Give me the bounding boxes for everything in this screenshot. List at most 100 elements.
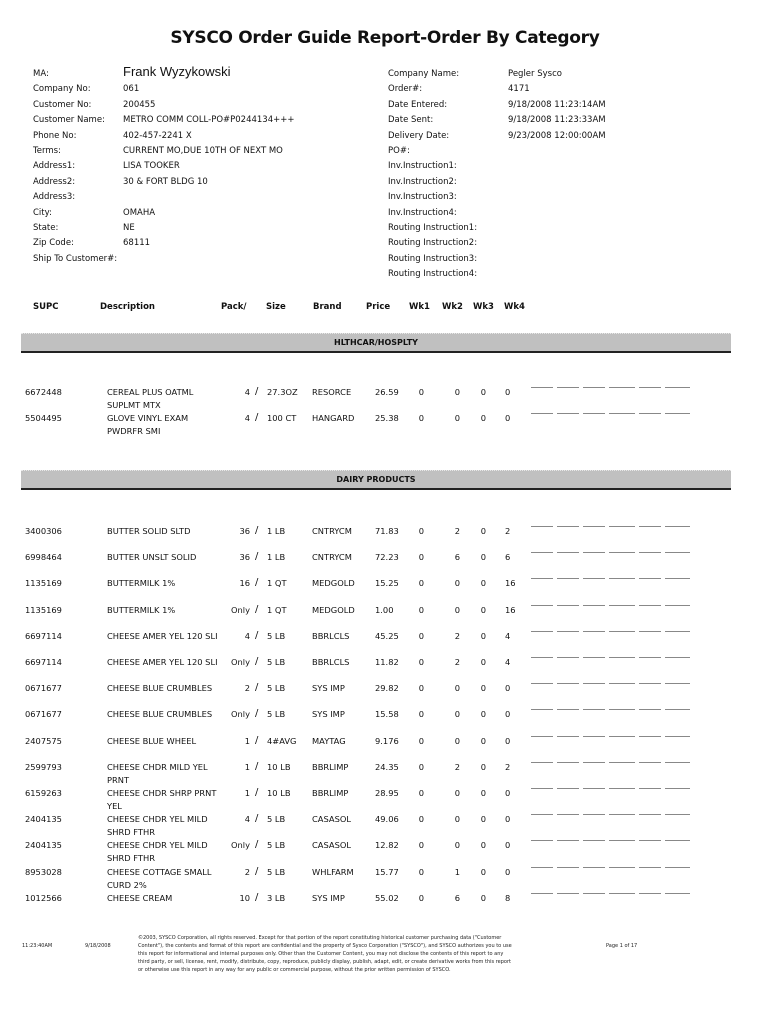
order-quantity-blank[interactable] bbox=[531, 892, 553, 894]
order-quantity-blank[interactable] bbox=[639, 866, 661, 868]
order-quantity-blank[interactable] bbox=[531, 386, 553, 388]
order-quantity-blank[interactable] bbox=[665, 551, 690, 554]
order-quantity-blank[interactable] bbox=[665, 386, 690, 388]
order-quantity-blank[interactable] bbox=[665, 787, 690, 789]
order-quantity-blank[interactable] bbox=[531, 656, 553, 658]
order-quantity-blank[interactable] bbox=[583, 787, 605, 789]
order-quantity-blank[interactable] bbox=[583, 577, 605, 580]
order-quantity-blank[interactable] bbox=[639, 735, 661, 737]
order-quantity-blank[interactable] bbox=[583, 708, 605, 711]
order-quantity-blank[interactable] bbox=[557, 866, 579, 868]
order-quantity-blank[interactable] bbox=[609, 412, 635, 415]
order-quantity-blank[interactable] bbox=[639, 412, 661, 415]
order-quantity-blank[interactable] bbox=[531, 525, 553, 527]
order-quantity-blank[interactable] bbox=[557, 892, 579, 894]
order-quantity-blank[interactable] bbox=[557, 656, 579, 658]
order-quantity-blank[interactable] bbox=[583, 682, 605, 685]
order-quantity-blank[interactable] bbox=[665, 761, 690, 763]
order-quantity-blank[interactable] bbox=[665, 412, 690, 415]
order-quantity-blank[interactable] bbox=[609, 866, 635, 868]
order-quantity-blank[interactable] bbox=[531, 682, 553, 685]
order-quantity-blank[interactable] bbox=[609, 839, 635, 842]
order-quantity-blank[interactable] bbox=[557, 412, 579, 415]
order-quantity-blank[interactable] bbox=[557, 787, 579, 789]
order-quantity-blank[interactable] bbox=[609, 577, 635, 580]
order-quantity-blank[interactable] bbox=[557, 525, 579, 527]
order-quantity-blank[interactable] bbox=[609, 682, 635, 685]
order-quantity-blank[interactable] bbox=[639, 604, 661, 606]
order-quantity-blank[interactable] bbox=[665, 682, 690, 685]
order-quantity-blank[interactable] bbox=[583, 761, 605, 763]
order-quantity-blank[interactable] bbox=[583, 386, 605, 388]
order-quantity-blank[interactable] bbox=[557, 813, 579, 816]
order-quantity-blank[interactable] bbox=[609, 787, 635, 789]
order-quantity-blank[interactable] bbox=[557, 839, 579, 842]
order-quantity-blank[interactable] bbox=[609, 551, 635, 554]
order-quantity-blank[interactable] bbox=[609, 604, 635, 606]
order-quantity-blank[interactable] bbox=[583, 630, 605, 632]
order-quantity-blank[interactable] bbox=[557, 386, 579, 388]
order-quantity-blank[interactable] bbox=[583, 604, 605, 606]
order-quantity-blank[interactable] bbox=[609, 525, 635, 527]
order-quantity-blank[interactable] bbox=[583, 412, 605, 415]
order-quantity-blank[interactable] bbox=[609, 761, 635, 763]
order-quantity-blank[interactable] bbox=[583, 839, 605, 842]
order-quantity-blank[interactable] bbox=[531, 577, 553, 580]
order-quantity-blank[interactable] bbox=[639, 656, 661, 658]
order-quantity-blank[interactable] bbox=[639, 839, 661, 842]
order-quantity-blank[interactable] bbox=[665, 656, 690, 658]
order-quantity-blank[interactable] bbox=[609, 386, 635, 388]
order-quantity-blank[interactable] bbox=[531, 708, 553, 711]
order-quantity-blank[interactable] bbox=[639, 525, 661, 527]
order-quantity-blank[interactable] bbox=[665, 525, 690, 527]
order-quantity-blank[interactable] bbox=[531, 761, 553, 763]
order-quantity-blank[interactable] bbox=[665, 735, 690, 737]
order-quantity-blank[interactable] bbox=[609, 813, 635, 816]
order-quantity-blank[interactable] bbox=[557, 708, 579, 711]
order-quantity-blank[interactable] bbox=[531, 787, 553, 789]
order-quantity-blank[interactable] bbox=[583, 813, 605, 816]
order-quantity-blank[interactable] bbox=[557, 630, 579, 632]
order-quantity-blank[interactable] bbox=[665, 577, 690, 580]
order-quantity-blank[interactable] bbox=[639, 892, 661, 894]
order-quantity-blank[interactable] bbox=[639, 577, 661, 580]
order-quantity-blank[interactable] bbox=[557, 761, 579, 763]
order-quantity-blank[interactable] bbox=[665, 708, 690, 711]
order-quantity-blank[interactable] bbox=[609, 892, 635, 894]
order-quantity-blank[interactable] bbox=[665, 892, 690, 894]
order-quantity-blank[interactable] bbox=[639, 551, 661, 554]
order-quantity-blank[interactable] bbox=[583, 656, 605, 658]
order-quantity-blank[interactable] bbox=[609, 735, 635, 737]
order-quantity-blank[interactable] bbox=[531, 813, 553, 816]
order-quantity-blank[interactable] bbox=[639, 813, 661, 816]
order-quantity-blank[interactable] bbox=[665, 630, 690, 632]
order-quantity-blank[interactable] bbox=[583, 525, 605, 527]
order-quantity-blank[interactable] bbox=[639, 787, 661, 789]
order-quantity-blank[interactable] bbox=[531, 604, 553, 606]
order-quantity-blank[interactable] bbox=[531, 412, 553, 415]
order-quantity-blank[interactable] bbox=[665, 839, 690, 842]
order-quantity-blank[interactable] bbox=[531, 866, 553, 868]
order-quantity-blank[interactable] bbox=[557, 735, 579, 737]
order-quantity-blank[interactable] bbox=[583, 735, 605, 737]
order-quantity-blank[interactable] bbox=[609, 708, 635, 711]
order-quantity-blank[interactable] bbox=[639, 761, 661, 763]
order-quantity-blank[interactable] bbox=[583, 892, 605, 894]
order-quantity-blank[interactable] bbox=[557, 604, 579, 606]
order-quantity-blank[interactable] bbox=[531, 630, 553, 632]
order-quantity-blank[interactable] bbox=[665, 866, 690, 868]
order-quantity-blank[interactable] bbox=[665, 604, 690, 606]
order-quantity-blank[interactable] bbox=[583, 551, 605, 554]
order-quantity-blank[interactable] bbox=[639, 682, 661, 685]
order-quantity-blank[interactable] bbox=[557, 682, 579, 685]
order-quantity-blank[interactable] bbox=[639, 386, 661, 388]
order-quantity-blank[interactable] bbox=[639, 708, 661, 711]
order-quantity-blank[interactable] bbox=[557, 551, 579, 554]
order-quantity-blank[interactable] bbox=[639, 630, 661, 632]
order-quantity-blank[interactable] bbox=[583, 866, 605, 868]
order-quantity-blank[interactable] bbox=[531, 735, 553, 737]
order-quantity-blank[interactable] bbox=[609, 656, 635, 658]
order-quantity-blank[interactable] bbox=[665, 813, 690, 816]
order-quantity-blank[interactable] bbox=[557, 577, 579, 580]
order-quantity-blank[interactable] bbox=[531, 839, 553, 842]
